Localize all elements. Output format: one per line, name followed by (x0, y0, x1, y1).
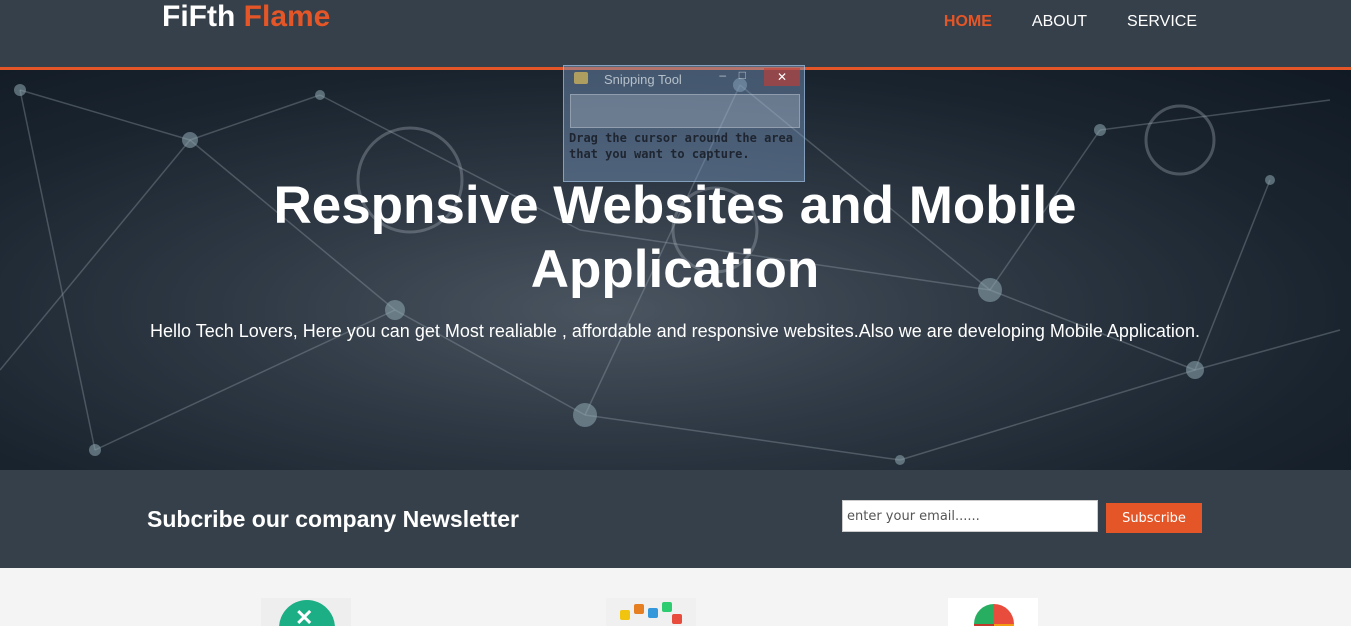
close-button[interactable]: ✕ (764, 68, 800, 86)
hero-title: Respnsive Websites and Mobile Applicatio… (273, 176, 1077, 299)
colorful-leaf-icon (974, 604, 1014, 626)
feature-image-1: ✕ (261, 598, 351, 626)
logo-main-text: FiFth (162, 0, 236, 33)
nav-home-link[interactable]: HOME (944, 12, 992, 32)
feature-image-2 (606, 598, 696, 626)
tools-circle-icon: ✕ (279, 600, 335, 626)
scissors-icon (574, 72, 588, 84)
hero-subtitle: Hello Tech Lovers, Here you can get Most… (150, 321, 1200, 341)
nav-service-link[interactable]: SERVICE (1127, 12, 1197, 32)
mobile-apps-icon (616, 602, 686, 626)
snipping-tool-title: Snipping Tool (604, 72, 682, 87)
snipping-tool-window[interactable]: Snipping Tool – □ ✕ Drag the cursor arou… (563, 65, 805, 182)
site-header: FiFth Flame HOME ABOUT SERVICE (0, 0, 1351, 67)
minimize-button[interactable]: – (719, 68, 726, 82)
email-input[interactable] (842, 500, 1098, 532)
maximize-button[interactable]: □ (739, 68, 746, 82)
nav-about-link[interactable]: ABOUT (1032, 12, 1087, 32)
subscribe-button[interactable]: Subscribe (1106, 503, 1202, 533)
newsletter-section: Subcribe our company Newsletter Subscrib… (0, 470, 1351, 568)
feature-image-3 (948, 598, 1038, 626)
logo-accent-text: Flame (243, 0, 331, 33)
main-nav: HOME ABOUT SERVICE (944, 12, 1197, 32)
snipping-toolbar (570, 94, 800, 128)
newsletter-title: Subcribe our company Newsletter (147, 506, 519, 532)
site-logo[interactable]: FiFth Flame (162, 0, 330, 34)
snipping-instructions: Drag the cursor around the area that you… (569, 131, 793, 161)
